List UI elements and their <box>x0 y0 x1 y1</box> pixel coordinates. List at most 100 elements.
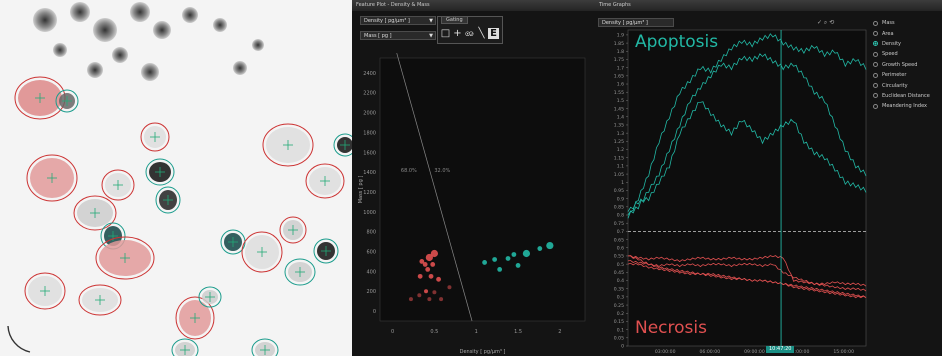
corner-arc <box>7 325 31 353</box>
y-tick-label: 1200 <box>363 190 376 196</box>
y-tick-label: 400 <box>366 269 376 275</box>
legend-item-label: Density <box>882 40 902 47</box>
gate-percent-right: 32.0% <box>434 168 450 174</box>
y-tick-label: 0.65 <box>614 237 624 243</box>
scatter-point <box>436 276 441 282</box>
y-tick-label: 1.05 <box>614 172 624 178</box>
time-plot-area <box>627 29 867 347</box>
radio-icon[interactable] <box>873 83 878 89</box>
scatter-point <box>425 253 433 262</box>
x-tick-label: 03:00:00 <box>655 349 676 355</box>
y-tick-label: 1.8 <box>617 49 624 55</box>
radio-icon[interactable] <box>873 51 878 57</box>
y-tick-label: 0.4 <box>617 278 624 284</box>
cell-layer <box>7 2 352 356</box>
line-tool-icon[interactable]: ╲ <box>476 28 487 39</box>
x-tick-label: 06:00:00 <box>699 349 720 355</box>
y-tick-label: 0.9 <box>617 196 624 202</box>
y-tick-label: 0.7 <box>617 229 624 235</box>
x-tick-label: 1 <box>475 329 478 335</box>
scatter-point <box>430 262 436 267</box>
scatter-point <box>428 273 434 279</box>
y-tick-label: 0.5 <box>617 262 624 268</box>
scatter-point <box>425 266 431 272</box>
scatter-point <box>505 256 511 261</box>
radio-icon[interactable] <box>873 41 878 47</box>
legend-item[interactable]: Density <box>873 39 941 49</box>
y-tick-label: 1.25 <box>614 139 624 145</box>
app-root: Feature Plot - Density & Mass Density [ … <box>0 0 942 356</box>
plot-area <box>379 57 586 322</box>
radio-icon[interactable] <box>873 93 878 99</box>
scatter-point <box>482 260 487 265</box>
legend-item-label: Perimeter <box>882 72 907 79</box>
y-tick-label: 1.15 <box>614 155 624 161</box>
y-tick-label: 1.65 <box>614 74 624 80</box>
time-graph-panel: Time Graphs Density [ pg/µm³ ] ✓ ⌕ ⟲ 1.9… <box>595 0 942 356</box>
y-tick-label: 200 <box>366 289 376 295</box>
radio-icon[interactable] <box>873 20 878 26</box>
legend-item[interactable]: Perimeter <box>873 70 941 80</box>
y-tick-label: 1.2 <box>617 147 624 153</box>
gate-percent-left: 68.0% <box>401 168 417 174</box>
necrosis-label: Necrosis <box>635 318 707 338</box>
legend-item[interactable]: Speed <box>873 49 941 59</box>
x-tick-label: 15:00:00 <box>833 349 854 355</box>
y-tick-label: 2400 <box>363 71 376 77</box>
legend-item[interactable]: Growth Speed <box>873 60 941 70</box>
y-tick-label: 1.7 <box>617 65 624 71</box>
x-axis-label: Density [ pg/µm³ ] <box>460 349 506 355</box>
y-tick-label: 0.35 <box>614 286 624 292</box>
legend-item-label: Euclidean Distance <box>882 92 930 99</box>
y-axis-label: Mass [ pg ] <box>358 176 364 204</box>
y-tick-label: 0.15 <box>614 319 624 325</box>
microscopy-image[interactable] <box>0 0 352 356</box>
unlabelled-cell <box>213 18 227 32</box>
y-tick-label: 2000 <box>363 111 376 117</box>
radio-icon[interactable] <box>873 31 878 37</box>
x-axis-selector[interactable]: Mass [ pg ] ▼ <box>360 31 436 40</box>
x-tick-label: 0 <box>391 329 394 335</box>
radio-icon[interactable] <box>873 103 878 109</box>
y-tick-label: 1400 <box>363 170 376 176</box>
legend-item[interactable]: Meandering Index <box>873 101 941 111</box>
legend-item[interactable]: Euclidean Distance <box>873 91 941 101</box>
unlabelled-cell <box>87 62 103 78</box>
legend-item-label: Growth Speed <box>882 61 918 68</box>
y-tick-label: 1.4 <box>617 114 624 120</box>
scatter-point <box>511 252 517 257</box>
y-tick-label: 1.85 <box>614 41 624 47</box>
scatter-point <box>492 257 498 262</box>
y-tick-label: 1.55 <box>614 90 624 96</box>
scatter-point <box>417 273 423 279</box>
legend-item[interactable]: Area <box>873 28 941 38</box>
rectangle-tool-icon[interactable]: □ <box>440 28 451 39</box>
chevron-down-icon: ▼ <box>429 33 433 39</box>
y-tick-label: 600 <box>366 250 376 256</box>
y-tick-label: 0 <box>373 309 376 315</box>
crosshair-tool-icon[interactable]: + <box>452 28 463 39</box>
cursor-time-badge[interactable]: 10:47:20 <box>766 346 795 353</box>
chevron-down-icon: ▼ <box>429 18 433 24</box>
legend-item[interactable]: Circularity <box>873 80 941 90</box>
y-tick-label: 1.75 <box>614 57 624 63</box>
y-tick-label: 0.3 <box>617 295 624 301</box>
y-axis-selector[interactable]: Density [ pg/µm³ ] ▼ <box>360 16 436 25</box>
radio-icon[interactable] <box>873 72 878 78</box>
y-tick-label: 1.6 <box>617 82 624 88</box>
metric-legend: Mass Area Density Speed Growth Speed Perimete… <box>873 18 941 112</box>
legend-item[interactable]: Mass <box>873 18 941 28</box>
y-tick-label: 0 <box>621 344 624 350</box>
y-tick-label: 1.9 <box>617 33 624 39</box>
lasso-tool-icon[interactable]: ꩨ <box>464 28 475 39</box>
y-tick-label: 1 <box>621 180 624 186</box>
radio-icon[interactable] <box>873 62 878 68</box>
unlabelled-cell <box>130 2 150 22</box>
scatter-point <box>515 263 521 268</box>
scatter-plot[interactable]: 2400220020001800160014001200100080060040… <box>352 44 595 356</box>
y-tick-label: 1.1 <box>617 164 624 170</box>
y-tick-label: 0.25 <box>614 303 624 309</box>
ellipse-tool-icon[interactable]: E <box>488 28 499 39</box>
scatter-point <box>422 262 428 267</box>
x-tick-label: 2 <box>558 329 561 335</box>
